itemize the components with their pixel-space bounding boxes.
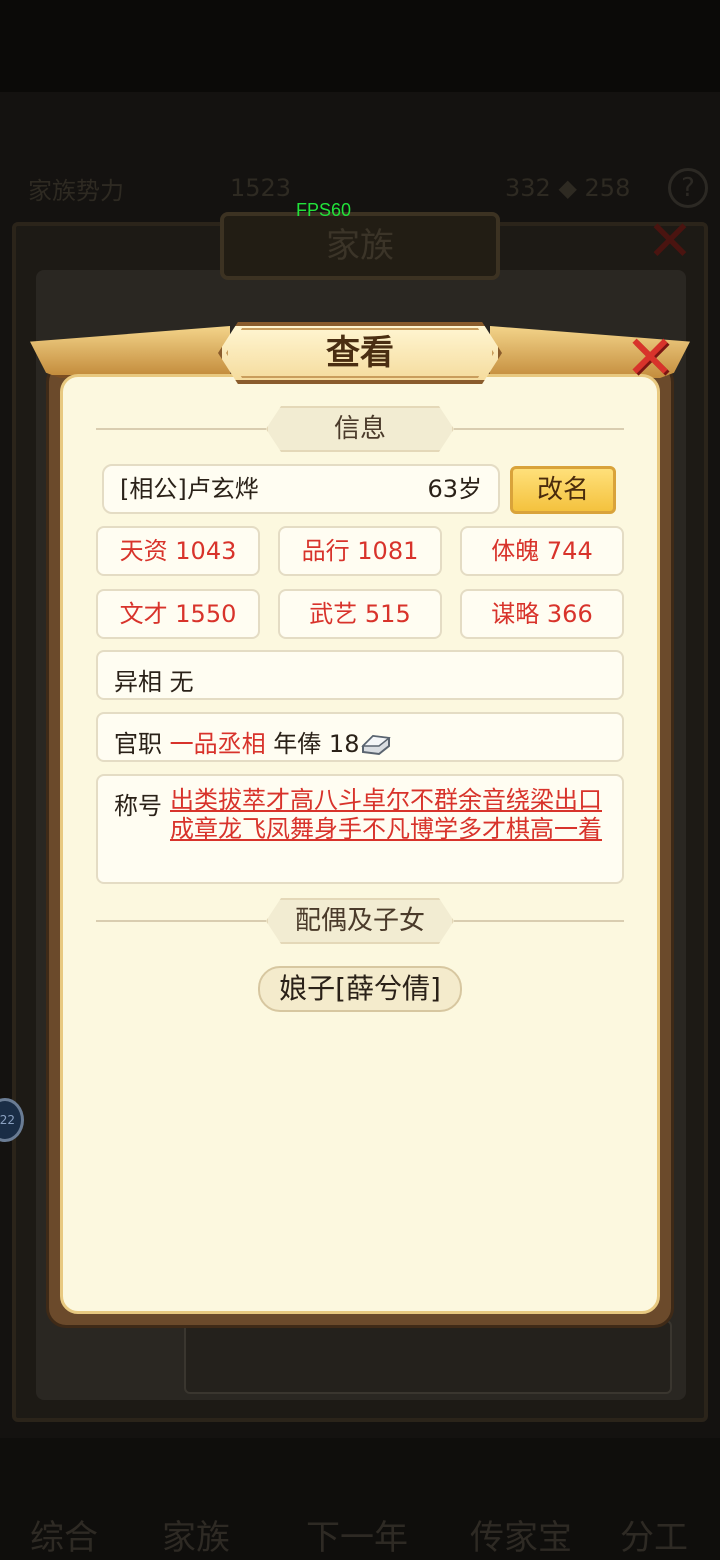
fps-counter: FPS60: [296, 200, 352, 220]
office-value: 一品丞相: [169, 730, 266, 758]
spouse-button[interactable]: 娘子[薛兮倩]: [258, 966, 462, 1012]
close-icon: ✕: [624, 323, 676, 393]
stat-label: 文才: [119, 600, 168, 628]
nav-item-heirloom: 传家宝: [470, 1518, 572, 1558]
titles-label: 称号: [114, 792, 162, 820]
family-power-label: 家族势力: [28, 176, 124, 205]
section-header-info: 信息: [96, 406, 624, 452]
salary-label: 年俸: [273, 730, 322, 758]
stat-martial: 武艺 515: [278, 589, 442, 639]
background-list-box: [184, 1320, 672, 1394]
office-row: 官职 一品丞相 年俸 18: [96, 712, 624, 762]
stat-label: 体魄: [491, 537, 540, 565]
stat-value: 1081: [357, 537, 419, 565]
silver-ingot-icon: [361, 734, 392, 756]
section-title-family: 配偶及子女: [266, 898, 454, 944]
resource-b-value: 258: [584, 174, 631, 202]
nav-item-next-year: 下一年: [306, 1518, 408, 1558]
office-text: 官职 一品丞相 年俸 18: [114, 724, 393, 759]
trait-text: 异相 无: [114, 662, 194, 697]
stat-label: 品行: [301, 537, 350, 565]
background-top-bar: 家族势力 1523 332 ◆ 258: [0, 160, 720, 216]
divider: [454, 920, 624, 922]
section-header-family: 配偶及子女: [96, 898, 624, 944]
stat-value: 1550: [175, 600, 237, 628]
stat-physique: 体魄 744: [460, 526, 624, 576]
stat-label: 天资: [119, 537, 168, 565]
help-icon: ?: [668, 168, 708, 208]
stat-label: 谋略: [491, 600, 540, 628]
dialog-title: 查看: [326, 333, 394, 373]
background-window-title: 家族: [220, 212, 500, 280]
stat-value: 515: [364, 600, 411, 628]
background-bottom-nav: 综合 家族 下一年 传家宝 分工: [0, 1438, 720, 1560]
rename-button[interactable]: 改名: [510, 466, 616, 514]
trait-value: 无: [169, 668, 194, 696]
stat-conduct: 品行 1081: [278, 526, 442, 576]
nav-item-family: 家族: [162, 1518, 230, 1558]
character-age: 63岁: [427, 475, 482, 503]
stat-label: 武艺: [309, 600, 358, 628]
nav-item-division: 分工: [620, 1518, 688, 1558]
divider: [96, 920, 266, 922]
titles-value[interactable]: 出类拔萃才高八斗卓尔不群余音绕梁出口成章龙飞凤舞身手不凡博学多才棋高一着: [170, 786, 610, 844]
salary-value: 18: [328, 730, 360, 758]
stat-value: 1043: [175, 537, 237, 565]
titles-row: 称号 出类拔萃才高八斗卓尔不群余音绕梁出口成章龙飞凤舞身手不凡博学多才棋高一着: [96, 774, 624, 884]
trait-label: 异相: [114, 668, 162, 696]
stat-value: 744: [546, 537, 593, 565]
character-name: [相公]卢玄烨: [120, 475, 259, 503]
office-label: 官职: [114, 730, 162, 758]
trait-row: 异相 无: [96, 650, 624, 700]
close-button[interactable]: ✕: [614, 322, 686, 394]
background-close-icon: ✕: [646, 209, 694, 274]
divider: [96, 428, 266, 430]
name-row: [相公]卢玄烨 63岁: [102, 464, 500, 514]
divider: [454, 428, 624, 430]
resource-readout: 332 ◆ 258: [505, 174, 631, 202]
stat-strategy: 谋略 366: [460, 589, 624, 639]
stat-literary: 文才 1550: [96, 589, 260, 639]
section-title-info: 信息: [266, 406, 454, 452]
stat-value: 366: [546, 600, 593, 628]
stat-talent: 天资 1043: [96, 526, 260, 576]
resource-a-value: 332: [505, 174, 551, 202]
nav-item-general: 综合: [30, 1518, 98, 1558]
family-power-value: 1523: [230, 174, 292, 202]
